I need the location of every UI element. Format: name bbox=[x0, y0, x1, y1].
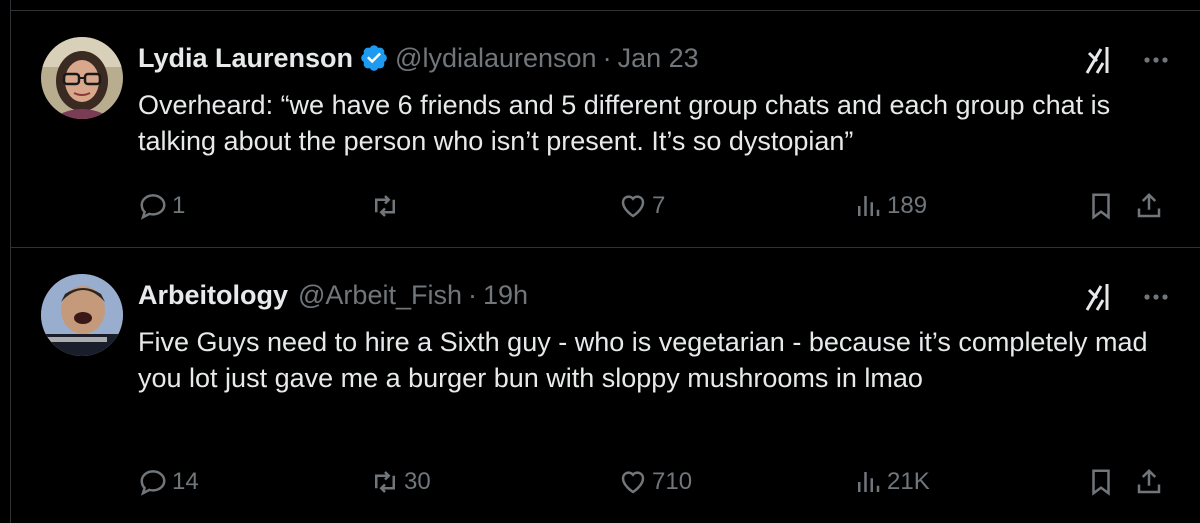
views-button[interactable]: 21K bbox=[853, 462, 930, 502]
tweet[interactable]: Lydia Laurenson @lydialaurenson · Jan 23… bbox=[11, 11, 1200, 248]
bookmark-button[interactable] bbox=[1086, 462, 1116, 502]
share-icon bbox=[1134, 191, 1164, 221]
share-icon bbox=[1134, 467, 1164, 497]
views-button[interactable]: 189 bbox=[853, 186, 927, 226]
retweet-icon bbox=[370, 191, 400, 221]
reply-button[interactable]: 1 bbox=[138, 186, 185, 226]
author-name[interactable]: Lydia Laurenson bbox=[138, 41, 353, 75]
author-handle[interactable]: @lydialaurenson bbox=[395, 41, 597, 75]
separator: · bbox=[467, 280, 477, 310]
reply-icon bbox=[138, 467, 168, 497]
reply-count: 14 bbox=[172, 468, 199, 495]
views-count: 21K bbox=[887, 468, 930, 495]
retweet-count: 30 bbox=[404, 468, 431, 495]
tweet-text: Five Guys need to hire a Sixth guy - who… bbox=[138, 327, 1148, 393]
verified-badge-icon bbox=[359, 43, 389, 73]
like-button[interactable]: 710 bbox=[618, 462, 692, 502]
bookmark-icon bbox=[1086, 467, 1116, 497]
like-button[interactable]: 7 bbox=[618, 186, 665, 226]
views-icon bbox=[853, 191, 883, 221]
avatar[interactable] bbox=[41, 37, 123, 119]
retweet-button[interactable]: 30 bbox=[370, 462, 431, 502]
like-count: 7 bbox=[652, 192, 666, 219]
tweet-header: Lydia Laurenson @lydialaurenson · Jan 23 bbox=[138, 41, 699, 75]
tweet[interactable]: Arbeitology @Arbeit_Fish · 19h Five Guys… bbox=[11, 248, 1200, 523]
like-icon bbox=[618, 467, 648, 497]
reply-count: 1 bbox=[172, 192, 186, 219]
like-icon bbox=[618, 191, 648, 221]
avatar-photo bbox=[41, 274, 123, 356]
timestamp[interactable]: 19h bbox=[483, 278, 528, 312]
share-button[interactable] bbox=[1134, 186, 1164, 226]
tweet-actions: 1 7 189 bbox=[138, 186, 1188, 226]
timestamp[interactable]: Jan 23 bbox=[618, 41, 699, 75]
views-icon bbox=[853, 467, 883, 497]
tweet-header: Arbeitology @Arbeit_Fish · 19h bbox=[138, 278, 528, 312]
more-icon[interactable] bbox=[1139, 282, 1173, 312]
like-count: 710 bbox=[652, 468, 693, 495]
reply-button[interactable]: 14 bbox=[138, 462, 199, 502]
tweet-text: Overheard: “we have 6 friends and 5 diff… bbox=[138, 90, 1111, 156]
reply-icon bbox=[138, 191, 168, 221]
grok-icon[interactable] bbox=[1083, 280, 1117, 314]
separator: · bbox=[602, 43, 612, 73]
bookmark-icon bbox=[1086, 191, 1116, 221]
more-icon[interactable] bbox=[1139, 45, 1173, 75]
tweet-actions: 14 30 710 21K bbox=[138, 462, 1188, 502]
retweet-button[interactable] bbox=[370, 186, 404, 226]
retweet-icon bbox=[370, 467, 400, 497]
grok-icon[interactable] bbox=[1083, 43, 1117, 77]
author-handle[interactable]: @Arbeit_Fish bbox=[298, 278, 462, 312]
share-button[interactable] bbox=[1134, 462, 1164, 502]
bookmark-button[interactable] bbox=[1086, 186, 1116, 226]
avatar-photo bbox=[41, 37, 123, 119]
avatar[interactable] bbox=[41, 274, 123, 356]
author-name[interactable]: Arbeitology bbox=[138, 278, 288, 312]
views-count: 189 bbox=[887, 192, 928, 219]
